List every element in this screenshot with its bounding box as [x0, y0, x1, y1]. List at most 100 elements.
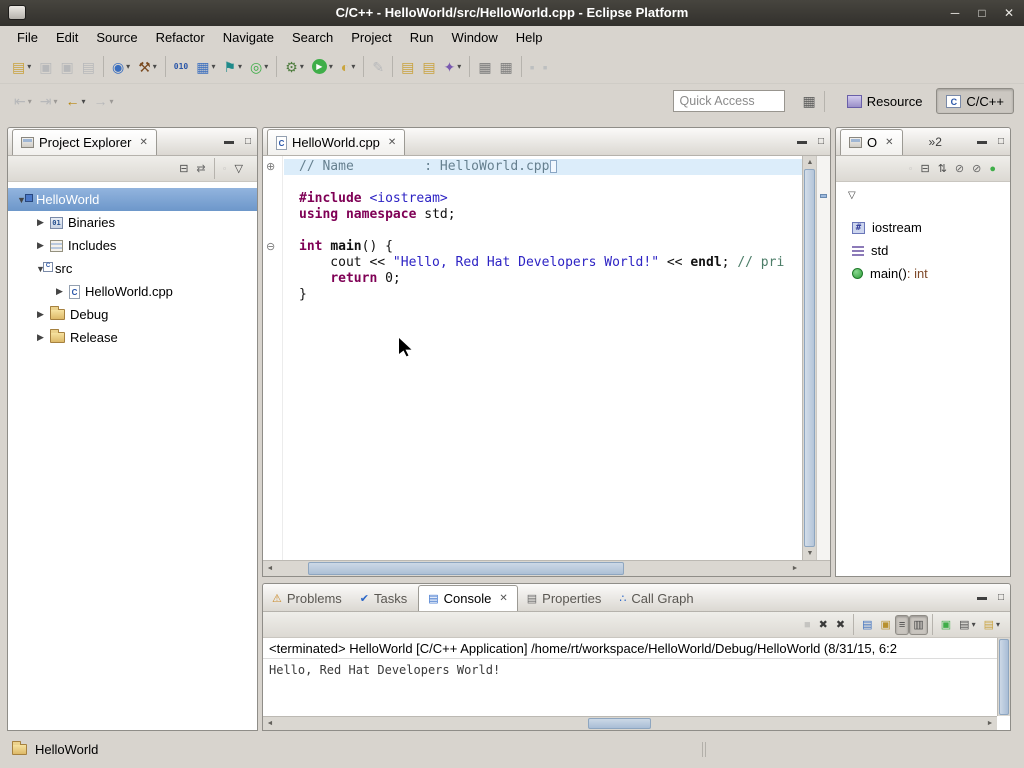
dropdown-icon[interactable]: ▾	[53, 97, 57, 106]
scroll-up-icon[interactable]: ▲	[803, 156, 817, 169]
hide-non-public-icon[interactable]: ●	[985, 159, 1000, 179]
tree-item-includes[interactable]: ▶Includes	[8, 234, 257, 257]
dropdown-icon[interactable]: ▾	[126, 62, 130, 71]
dropdown-icon[interactable]: ▾	[82, 97, 86, 106]
dropdown-icon[interactable]: ▾	[110, 97, 114, 106]
new-icon[interactable]: ▤▾	[8, 55, 35, 79]
view-stack-indicator[interactable]: »2	[929, 135, 942, 149]
scroll-right-icon[interactable]: ►	[788, 562, 802, 575]
collapse-all-icon[interactable]: ⊟	[916, 159, 933, 179]
view-menu-icon[interactable]: ▽	[848, 190, 856, 201]
editor-horizontal-scrollbar[interactable]: ◄ ►	[263, 560, 802, 576]
expand-arrow-icon[interactable]: ▶	[52, 286, 67, 297]
code-line[interactable]: cout << "Hello, Red Hat Developers World…	[284, 255, 802, 271]
coverage-icon[interactable]: ◎▾	[246, 55, 272, 79]
scrollbar-thumb[interactable]	[999, 639, 1009, 715]
clear-console-icon[interactable]: ▤	[858, 615, 876, 635]
menu-edit[interactable]: Edit	[47, 26, 87, 50]
menu-help[interactable]: Help	[507, 26, 552, 50]
tree-item-binaries[interactable]: ▶Binaries	[8, 211, 257, 234]
scrollbar-track[interactable]	[277, 717, 983, 730]
expand-arrow-icon[interactable]: ▶	[33, 240, 48, 251]
editor-vertical-scrollbar[interactable]: ▲ ▼	[802, 156, 816, 560]
back-icon[interactable]: ←▾	[62, 89, 90, 113]
close-icon[interactable]: ✕	[499, 593, 507, 604]
open-element-icon[interactable]: ▤	[418, 55, 439, 79]
console-output[interactable]: Hello, Red Hat Developers World!	[263, 659, 1010, 681]
dropdown-icon[interactable]: ▾	[972, 620, 976, 629]
outline-item-std[interactable]: std	[836, 239, 1010, 262]
build-all-icon[interactable]: ⚒▾	[134, 55, 161, 79]
tab-console[interactable]: ▤Console✕	[418, 585, 518, 611]
expand-arrow-icon[interactable]: ▶	[33, 332, 48, 343]
remove-all-launches-icon[interactable]: ✖	[832, 615, 849, 635]
scroll-down-icon[interactable]: ▼	[803, 547, 817, 560]
menu-search[interactable]: Search	[283, 26, 342, 50]
tree-item-helloworld[interactable]: ▼HelloWorld	[8, 188, 257, 211]
occurrence-marker[interactable]	[820, 194, 827, 198]
dropdown-icon[interactable]: ▾	[457, 62, 461, 71]
open-console-icon[interactable]: ▤▾	[980, 615, 1004, 635]
code-line[interactable]	[284, 223, 802, 239]
tab-tasks[interactable]: ✔Tasks	[351, 586, 416, 611]
scrollbar-thumb[interactable]	[804, 169, 815, 547]
code-line[interactable]: // Name : HelloWorld.cpp	[284, 159, 802, 175]
flag-icon[interactable]: ⚑▾	[219, 55, 246, 79]
code-line[interactable]	[284, 175, 802, 191]
menu-file[interactable]: File	[8, 26, 47, 50]
minimize-view-icon[interactable]: ▬	[977, 136, 987, 147]
show-on-output-icon[interactable]: ▥	[909, 615, 927, 635]
minimize-view-icon[interactable]: ▬	[224, 136, 234, 147]
scroll-right-icon[interactable]: ►	[983, 717, 997, 730]
menu-project[interactable]: Project	[342, 26, 400, 50]
close-icon[interactable]: ✕	[388, 137, 396, 148]
dropdown-icon[interactable]: ▾	[996, 620, 1000, 629]
dropdown-icon[interactable]: ▾	[211, 62, 215, 71]
collapse-all-icon[interactable]: ⊟	[175, 159, 192, 179]
tree-item-helloworld-cpp[interactable]: ▶HelloWorld.cpp	[8, 280, 257, 303]
remove-launch-icon[interactable]: ✖	[815, 615, 832, 635]
menu-run[interactable]: Run	[401, 26, 443, 50]
display-selected-console-icon[interactable]: ▤▾	[955, 615, 979, 635]
prev-annotation-icon[interactable]: ▦	[496, 55, 517, 79]
hide-static-icon[interactable]: ⊘	[968, 159, 985, 179]
code-line[interactable]: #include <iostream>	[284, 191, 802, 207]
perspective-resource-button[interactable]: Resource	[837, 88, 933, 114]
dropdown-icon[interactable]: ▾	[300, 62, 304, 71]
close-icon[interactable]: ✕	[139, 137, 147, 148]
minimize-view-icon[interactable]: ▬	[797, 136, 807, 147]
profile-icon[interactable]: ◐▾	[337, 55, 359, 79]
tree-item-debug[interactable]: ▶Debug	[8, 303, 257, 326]
dropdown-icon[interactable]: ▾	[329, 62, 333, 71]
code-line[interactable]: return 0;	[284, 271, 802, 287]
scroll-lock-icon[interactable]: ▣	[877, 615, 895, 635]
tree-item-src[interactable]: ▼src	[8, 257, 257, 280]
scroll-left-icon[interactable]: ◄	[263, 717, 277, 730]
tab-problems[interactable]: ⚠Problems	[263, 586, 351, 611]
outline-item-iostream[interactable]: iostream	[836, 216, 1010, 239]
menu-refactor[interactable]: Refactor	[147, 26, 214, 50]
fold-minus-icon[interactable]: ⊖	[266, 239, 275, 255]
perspective-cpp-button[interactable]: C/C++	[936, 88, 1014, 114]
code-line[interactable]: }	[284, 287, 802, 303]
maximize-view-icon[interactable]: □	[245, 136, 251, 147]
maximize-icon[interactable]: □	[975, 6, 989, 20]
scrollbar-track[interactable]	[277, 561, 788, 576]
new-cpp-project-icon[interactable]: ◉▾	[108, 55, 134, 79]
scroll-left-icon[interactable]: ◄	[263, 562, 277, 575]
fold-plus-icon[interactable]: ⊕	[266, 159, 275, 175]
hide-fields-icon[interactable]: ⊘	[951, 159, 968, 179]
scrollbar-thumb[interactable]	[588, 718, 652, 729]
code-line[interactable]: int main() {	[284, 239, 802, 255]
pin-console-icon[interactable]: ▣	[937, 615, 955, 635]
word-wrap-icon[interactable]: ≡	[895, 615, 909, 635]
binary-icon[interactable]: 010	[170, 55, 192, 79]
open-perspective-icon[interactable]: ▦	[799, 89, 820, 113]
expand-arrow-icon[interactable]: ▶	[33, 309, 48, 320]
open-resource-icon[interactable]: ▤	[397, 55, 418, 79]
close-icon[interactable]: ✕	[1002, 6, 1016, 20]
wand-icon[interactable]: ✦▾	[440, 55, 466, 79]
dropdown-icon[interactable]: ▾	[351, 62, 355, 71]
new-make-target-icon[interactable]: ▦▾	[192, 55, 219, 79]
scrollbar-thumb[interactable]	[308, 562, 625, 575]
